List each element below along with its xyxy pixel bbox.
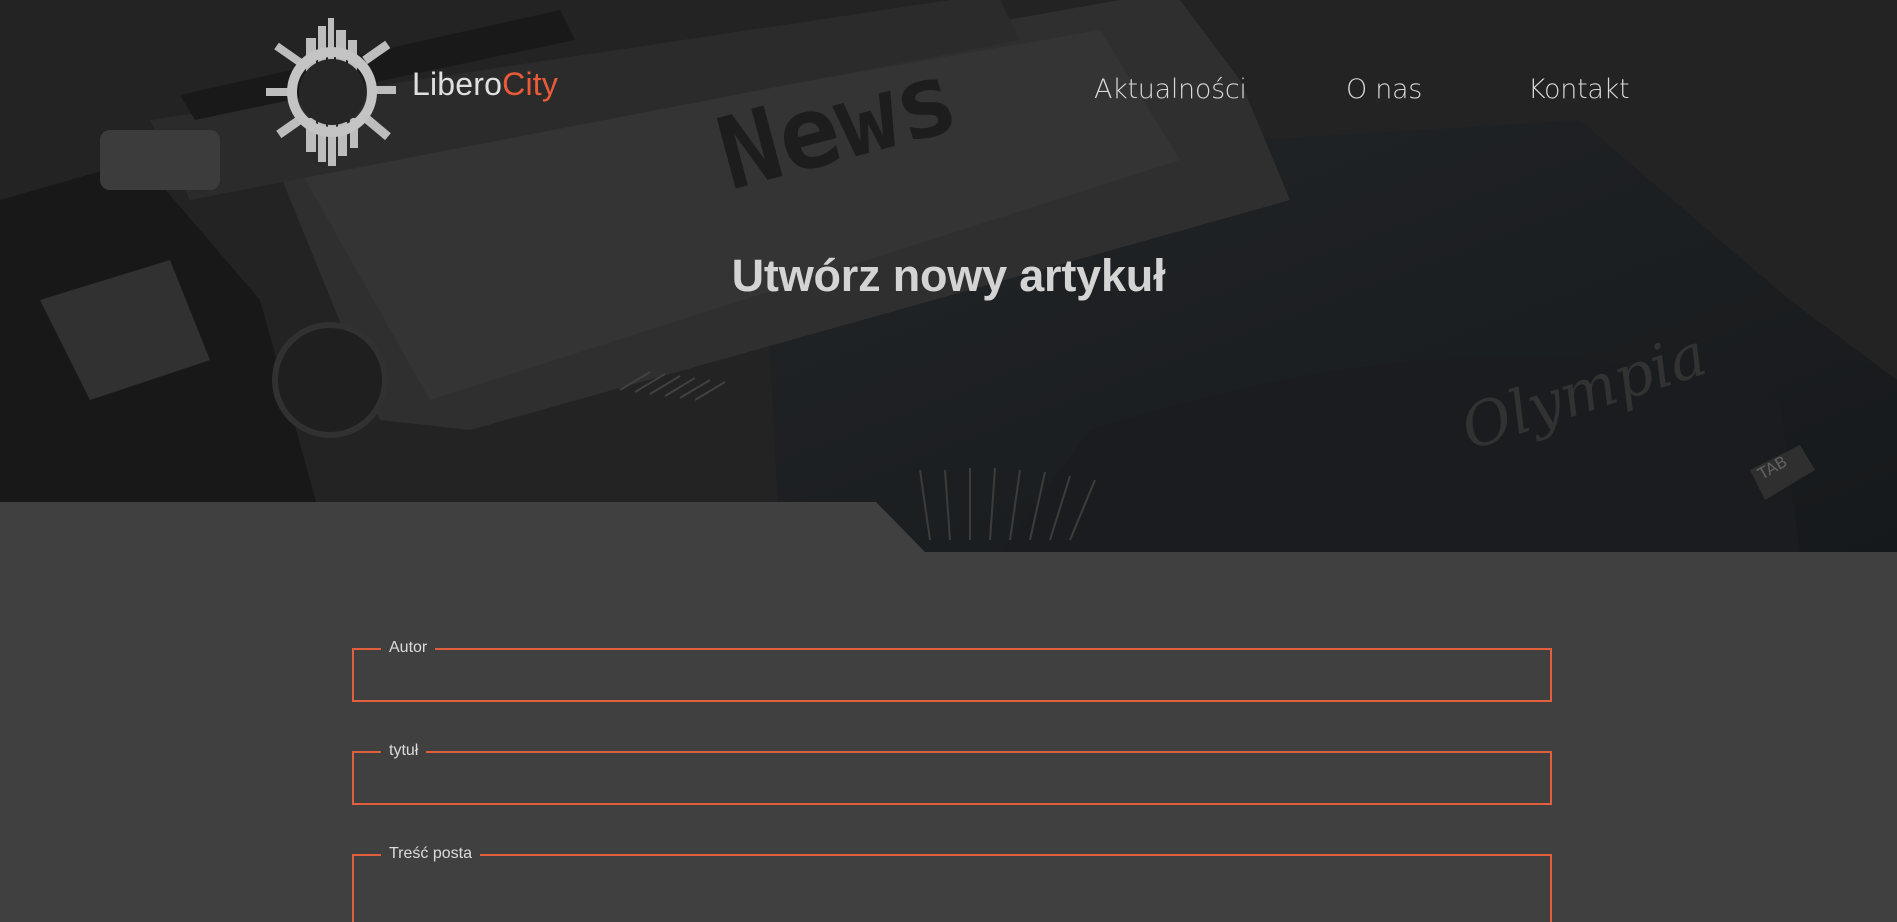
title-field-label: tytuł (381, 741, 427, 761)
brand-name-part2: City (502, 66, 559, 102)
nav-link-kontakt[interactable]: Kontakt (1528, 74, 1630, 105)
brand-name[interactable]: LiberoCity (412, 66, 558, 103)
title-field: tytuł (352, 741, 1552, 805)
nav-link-o-nas[interactable]: O nas (1346, 74, 1422, 105)
content-field-label: Treść posta (381, 844, 480, 864)
page-title: Utwórz nowy artykuł (731, 250, 1166, 301)
content-textarea[interactable] (354, 856, 1550, 922)
hero-diagonal-edge (0, 502, 1897, 562)
brand-name-part1: Libero (412, 66, 503, 102)
city-globe-logo-icon[interactable] (266, 18, 398, 166)
author-field-label: Autor (381, 638, 436, 658)
title-input[interactable] (354, 753, 1550, 803)
author-field: Autor (352, 638, 1552, 702)
nav-link-aktualnosci[interactable]: Aktualności (1094, 74, 1247, 105)
content-field: Treść posta (352, 844, 1552, 922)
author-input[interactable] (354, 650, 1550, 700)
